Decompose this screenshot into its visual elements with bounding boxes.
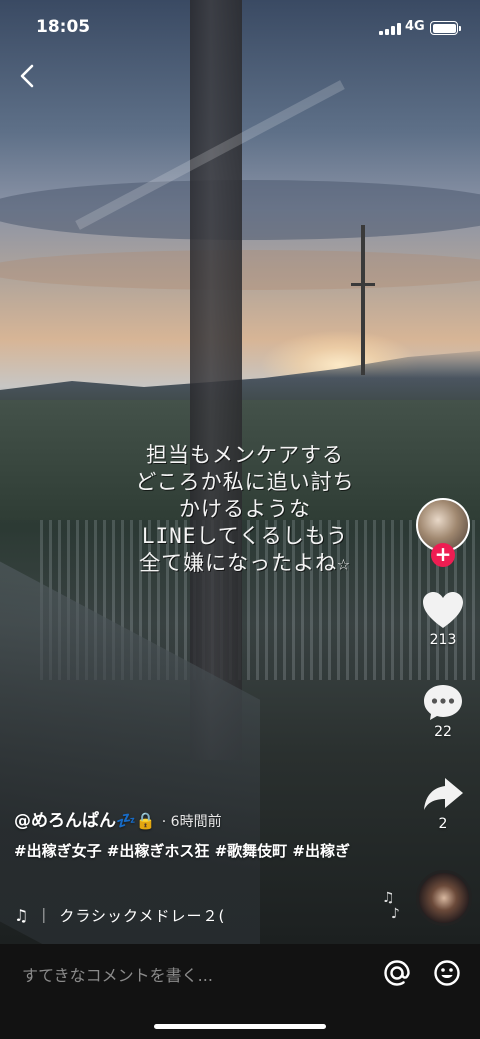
status-bar: 18:05 4G (0, 0, 480, 56)
caption-line: 担当もメンケアする (146, 443, 344, 467)
caption-line: どころか私に追い討ち (135, 470, 355, 494)
back-icon (20, 64, 34, 88)
like-count: 213 (429, 632, 457, 648)
emoji-icon (434, 960, 460, 986)
mention-icon (384, 960, 410, 986)
music-title: クラシックメドレー２( (59, 907, 226, 925)
like-button[interactable]: 213 (414, 590, 472, 648)
post-time: · 6時間前 (161, 814, 222, 830)
post-info: @めろんぱん💤🔒 · 6時間前 #出稼ぎ女子 #出稼ぎホス狂 #歌舞伎町 #出稼… (14, 806, 394, 865)
caption-line: 全て嫌になったよね☆ (139, 551, 351, 575)
status-time: 18:05 (36, 17, 91, 37)
music-disc[interactable] (416, 870, 472, 926)
mention-button[interactable] (382, 958, 412, 988)
post-author-row: @めろんぱん💤🔒 · 6時間前 (14, 806, 394, 831)
emoji-button[interactable] (432, 958, 462, 988)
floating-notes-icon: ♫ ♪ (382, 890, 400, 922)
comment-count: 22 (434, 724, 452, 740)
caption-line: かけるような (179, 497, 311, 521)
window-pillar (190, 0, 242, 760)
comment-bar: すてきなコメントを書く... (0, 944, 480, 1039)
network-type: 4G (405, 19, 425, 34)
video-caption: 担当もメンケアする どころか私に追い討ち かけるような LINEしてくるしもう … (95, 442, 395, 577)
heart-icon (423, 592, 463, 628)
username-emojis: 💤🔒 (116, 811, 156, 830)
battery-icon (430, 21, 461, 35)
back-button[interactable] (14, 62, 42, 90)
comment-icon (424, 685, 462, 720)
username[interactable]: @めろんぱん (14, 811, 116, 831)
share-count: 2 (438, 816, 448, 832)
utility-pole (351, 225, 375, 375)
comment-button[interactable]: 22 (414, 682, 472, 740)
comment-input[interactable]: すてきなコメントを書く... (22, 962, 213, 986)
music-note-icon: ♫ (14, 906, 29, 925)
hashtags[interactable]: #出稼ぎ女子 #出稼ぎホス狂 #歌舞伎町 #出稼ぎ (14, 837, 384, 865)
share-button[interactable]: 2 (414, 774, 472, 832)
home-indicator[interactable] (154, 1024, 326, 1029)
signal-icon (379, 23, 401, 35)
follow-button[interactable]: + (431, 543, 455, 567)
music-row[interactable]: ♫ ｜ クラシックメドレー２( (14, 905, 225, 926)
caption-line: LINEしてくるしもう (141, 524, 349, 548)
share-icon (424, 778, 463, 810)
music-separator: ｜ (36, 907, 52, 925)
